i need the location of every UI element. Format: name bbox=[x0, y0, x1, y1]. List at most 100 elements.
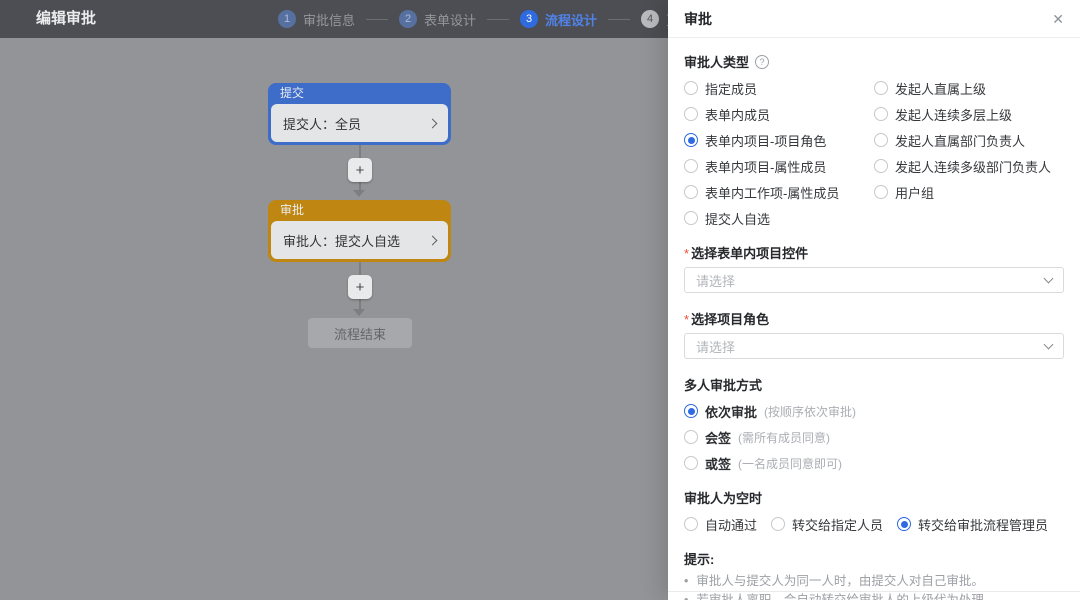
tip-item: • 若审批人离职，会自动转交给审批人的上级代为处理。 bbox=[684, 591, 1064, 600]
step-number: 1 bbox=[278, 10, 296, 28]
approver-type-option[interactable]: 发起人连续多级部门负责人 bbox=[874, 157, 1064, 175]
node-end: 流程结束 bbox=[308, 318, 412, 348]
radio-icon bbox=[684, 81, 698, 95]
arrow-down-icon bbox=[353, 190, 365, 197]
select-placeholder: 请选择 bbox=[696, 273, 736, 289]
approver-type-option[interactable]: 发起人直属上级 bbox=[874, 79, 1064, 97]
node-submit-title: 提交 bbox=[280, 86, 305, 100]
option-label: 会签 bbox=[705, 430, 732, 446]
drawer-title: 审批 bbox=[684, 10, 712, 27]
approver-type-option[interactable]: 表单内项目-项目角色 bbox=[684, 131, 874, 149]
step-label: 审批信息 bbox=[303, 12, 356, 28]
node-submit[interactable]: 提交 提交人：全员 bbox=[268, 83, 451, 145]
step-connector bbox=[608, 18, 631, 20]
bullet-icon: • bbox=[684, 574, 689, 588]
node-approval-text: 审批人：提交人自选 bbox=[283, 233, 401, 249]
multi-approval-label: 多人审批方式 bbox=[684, 378, 763, 393]
multi-approval-option[interactable]: 会签 (需所有成员同意) bbox=[684, 428, 1064, 446]
chevron-down-icon bbox=[1043, 339, 1054, 349]
approver-type-option[interactable]: 用户组 bbox=[874, 183, 1064, 201]
radio-icon bbox=[897, 517, 912, 531]
empty-approver-option[interactable]: 自动通过 bbox=[684, 515, 757, 533]
radio-label: 发起人直属部门负责人 bbox=[895, 133, 1026, 149]
tip-item: • 审批人与提交人为同一人时，由提交人对自己审批。 bbox=[684, 572, 1064, 591]
radio-icon bbox=[874, 159, 888, 173]
empty-approver-options: 自动通过 转交给指定人员 转交给审批流程管理员 bbox=[684, 515, 1064, 533]
radio-label: 发起人直属上级 bbox=[895, 81, 987, 97]
tip-text: 若审批人离职，会自动转交给审批人的上级代为处理。 bbox=[696, 593, 997, 600]
step-2[interactable]: 2 表单设计 bbox=[399, 10, 476, 29]
approval-editor-app: 编辑审批 1审批信息2表单设计3流程设计4更 提交 提交人：全员 + 审批 审批… bbox=[0, 0, 1080, 600]
tips-label: 提示: bbox=[684, 552, 715, 567]
empty-approver-option[interactable]: 转交给指定人员 bbox=[771, 515, 883, 533]
node-submit-text: 提交人：全员 bbox=[283, 116, 362, 132]
radio-icon bbox=[771, 517, 786, 531]
step-number: 2 bbox=[399, 10, 418, 28]
radio-label: 用户组 bbox=[895, 185, 935, 201]
add-node-button[interactable]: + bbox=[348, 275, 372, 299]
radio-icon bbox=[684, 517, 698, 531]
arrow-down-icon bbox=[353, 309, 365, 316]
drawer-footer-divider bbox=[668, 591, 1080, 592]
multi-approval-option[interactable]: 依次审批 (按顺序依次审批) bbox=[684, 402, 1064, 420]
chevron-right-icon bbox=[427, 235, 438, 245]
radio-label: 自动通过 bbox=[705, 517, 758, 533]
radio-icon bbox=[874, 133, 888, 147]
radio-label: 表单内项目-属性成员 bbox=[705, 159, 827, 175]
approver-type-option[interactable]: 指定成员 bbox=[684, 79, 874, 97]
step-connector bbox=[366, 18, 389, 20]
tips-list: • 审批人与提交人为同一人时，由提交人对自己审批。 • 若审批人离职，会自动转交给审批… bbox=[684, 572, 1064, 600]
bullet-icon: • bbox=[684, 593, 689, 600]
option-label: 依次审批 bbox=[705, 404, 758, 420]
radio-icon bbox=[684, 133, 698, 147]
multi-approval-options: 依次审批 (按顺序依次审批) 会签 (需所有成员同意) 或签 (一名成员同意即可) bbox=[684, 402, 1064, 472]
required-mark: * bbox=[684, 312, 690, 327]
radio-label: 转交给审批流程管理员 bbox=[918, 517, 1049, 533]
project-role-label-text: 选择项目角色 bbox=[691, 312, 770, 327]
radio-icon bbox=[874, 107, 888, 121]
radio-icon bbox=[684, 107, 698, 121]
project-role-select[interactable]: 请选择 bbox=[684, 333, 1064, 359]
node-approval[interactable]: 审批 审批人：提交人自选 bbox=[268, 200, 451, 262]
approver-type-option[interactable]: 提交人自选 bbox=[684, 209, 874, 227]
radio-icon bbox=[684, 404, 698, 418]
radio-label: 发起人连续多层上级 bbox=[895, 107, 1013, 123]
option-hint: (按顺序依次审批) bbox=[764, 404, 857, 419]
radio-label: 转交给指定人员 bbox=[792, 517, 884, 533]
project-control-label: * 选择表单内项目控件 bbox=[684, 243, 1064, 262]
radio-label: 指定成员 bbox=[705, 81, 758, 97]
approver-type-option[interactable]: 表单内项目-属性成员 bbox=[684, 157, 874, 175]
required-mark: * bbox=[684, 246, 690, 261]
option-hint: (需所有成员同意) bbox=[738, 430, 831, 445]
radio-icon bbox=[684, 211, 698, 225]
approver-type-option[interactable]: 发起人连续多层上级 bbox=[874, 105, 1064, 123]
add-node-button[interactable]: + bbox=[348, 158, 372, 182]
project-control-label-text: 选择表单内项目控件 bbox=[691, 246, 809, 261]
approver-type-option[interactable]: 表单内成员 bbox=[684, 105, 874, 123]
approver-type-header: 审批人类型 ? bbox=[684, 52, 1064, 71]
option-hint: (一名成员同意即可) bbox=[738, 456, 843, 471]
step-1[interactable]: 1 审批信息 bbox=[278, 10, 355, 29]
approver-type-option[interactable]: 表单内工作项-属性成员 bbox=[684, 183, 874, 201]
radio-icon bbox=[684, 185, 698, 199]
step-connector bbox=[487, 18, 510, 20]
radio-icon bbox=[684, 159, 698, 173]
multi-approval-option[interactable]: 或签 (一名成员同意即可) bbox=[684, 454, 1064, 472]
step-3[interactable]: 3 流程设计 bbox=[520, 10, 597, 29]
step-number: 4 bbox=[641, 10, 660, 28]
project-control-select[interactable]: 请选择 bbox=[684, 267, 1064, 293]
node-approval-card[interactable]: 审批人：提交人自选 bbox=[271, 221, 448, 259]
help-icon[interactable]: ? bbox=[755, 54, 770, 69]
chevron-right-icon bbox=[427, 118, 438, 128]
approver-type-label: 审批人类型 bbox=[684, 55, 750, 70]
approver-type-option[interactable]: 发起人直属部门负责人 bbox=[874, 131, 1064, 149]
node-submit-card[interactable]: 提交人：全员 bbox=[271, 104, 448, 142]
empty-approver-label: 审批人为空时 bbox=[684, 491, 763, 506]
step-label: 表单设计 bbox=[424, 12, 477, 28]
empty-approver-option[interactable]: 转交给审批流程管理员 bbox=[897, 515, 1048, 533]
drawer-header: 审批 ✕ bbox=[668, 0, 1080, 38]
step-number: 3 bbox=[520, 10, 539, 28]
approver-type-options: 指定成员 发起人直属上级表单内成员 发起人连续多层上级表单内项目-项目角色 发起人直属… bbox=[684, 79, 1064, 227]
close-icon[interactable]: ✕ bbox=[1052, 12, 1064, 26]
chevron-down-icon bbox=[1043, 273, 1054, 283]
